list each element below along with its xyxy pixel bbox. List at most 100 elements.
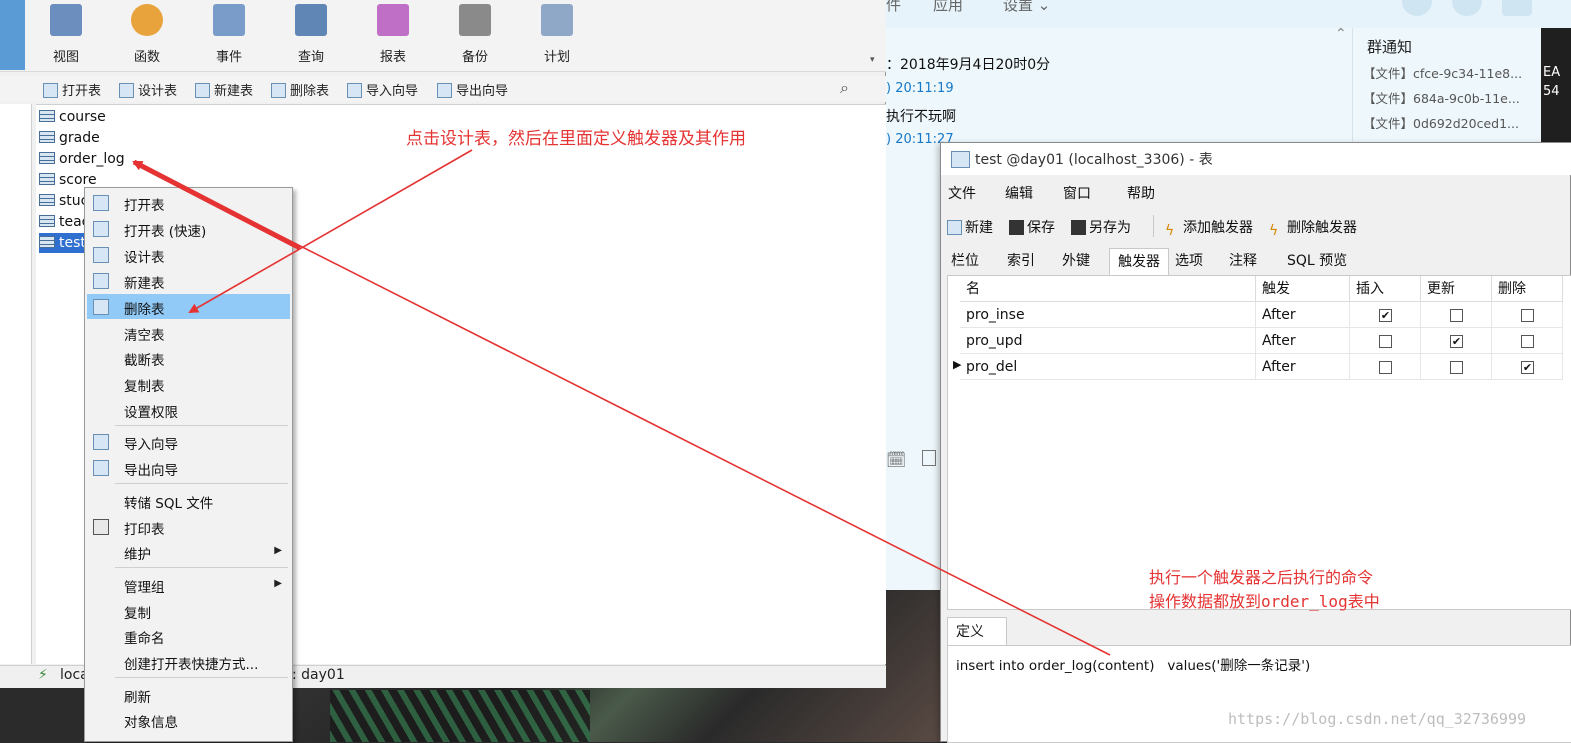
trigger-name-cell[interactable]: pro_upd	[960, 328, 1256, 354]
new-table-icon	[93, 273, 109, 289]
menu-file[interactable]: 文件	[948, 183, 976, 203]
menu-print-table[interactable]: 打印表	[87, 514, 290, 539]
file-item[interactable]: 【文件】cfce-9c34-11e8...	[1363, 63, 1533, 82]
menu-window[interactable]: 窗口	[1063, 183, 1091, 203]
schedule-clock-icon	[541, 4, 573, 36]
menu-maintain[interactable]: 维护 ▶	[87, 539, 290, 564]
menu-rename[interactable]: 重命名	[87, 623, 290, 648]
table-item-teacher[interactable]: teac	[39, 212, 89, 232]
column-header-fire[interactable]: 触发	[1256, 276, 1350, 302]
function-button[interactable]: 函数	[112, 0, 182, 72]
menu-delete-table[interactable]: 删除表	[87, 294, 290, 319]
column-header-delete[interactable]: 删除	[1492, 276, 1563, 302]
table-item-test[interactable]: test	[39, 233, 90, 253]
folder-icon[interactable]	[922, 450, 936, 466]
column-header-update[interactable]: 更新	[1421, 276, 1492, 302]
update-checkbox[interactable]	[1450, 361, 1463, 374]
chat-menu-item[interactable]: 件	[886, 0, 901, 15]
menu-copy-table[interactable]: 复制表	[87, 371, 290, 396]
delete-checkbox[interactable]	[1521, 309, 1534, 322]
tab-fields[interactable]: 栏位	[943, 248, 987, 274]
menu-object-info[interactable]: 对象信息	[87, 707, 290, 732]
tab-foreign-keys[interactable]: 外键	[1054, 248, 1098, 274]
navigation-pane[interactable]	[0, 104, 32, 664]
trigger-fire-cell[interactable]: After	[1256, 302, 1350, 328]
trigger-name-cell[interactable]: pro_del	[960, 354, 1256, 380]
tab-options[interactable]: 选项	[1167, 248, 1211, 274]
menu-label: 清空表	[124, 328, 165, 344]
query-button[interactable]: 查询	[276, 0, 346, 72]
object-toolbar: 打开表 设计表 新建表 删除表 导入向导 导出向导 ⌕	[0, 76, 886, 102]
clipboard-icon[interactable]: 🗓	[886, 450, 906, 469]
table-item-order-log[interactable]: order_log	[39, 149, 125, 169]
ribbon-table-button[interactable]	[0, 0, 25, 70]
insert-checkbox[interactable]	[1379, 361, 1392, 374]
menu-open-table[interactable]: 打开表	[87, 190, 290, 215]
tab-triggers[interactable]: 触发器	[1109, 248, 1169, 275]
menu-set-permissions[interactable]: 设置权限	[87, 397, 290, 422]
menu-refresh[interactable]: 刷新	[87, 682, 290, 707]
column-header-insert[interactable]: 插入	[1350, 276, 1421, 302]
new-button[interactable]: 新建	[947, 217, 993, 237]
collapse-icon[interactable]: ⌃	[1335, 26, 1347, 42]
delete-table-button[interactable]: 删除表	[271, 80, 329, 99]
delete-trigger-icon: ϟ	[1269, 223, 1279, 239]
delete-table-icon	[271, 83, 286, 98]
chat-menu-apps[interactable]: 应用	[933, 0, 963, 15]
add-trigger-button[interactable]: ϟ 添加触发器	[1165, 217, 1253, 239]
report-button[interactable]: 报表	[358, 0, 428, 72]
save-as-button[interactable]: 另存为	[1071, 217, 1131, 237]
view-button[interactable]: 视图	[31, 0, 101, 72]
menu-manage-group[interactable]: 管理组 ▶	[87, 572, 290, 597]
menu-truncate-table[interactable]: 截断表	[87, 345, 290, 370]
column-header-name[interactable]: 名	[960, 276, 1256, 302]
tab-definition[interactable]: 定义	[947, 617, 1007, 645]
insert-checkbox[interactable]: ✔	[1379, 309, 1392, 322]
file-item[interactable]: 【文件】0d692d20ced1...	[1363, 113, 1533, 132]
table-item-grade[interactable]: grade	[39, 128, 100, 148]
open-table-button[interactable]: 打开表	[43, 80, 101, 99]
menu-copy[interactable]: 复制	[87, 598, 290, 623]
trigger-name-cell[interactable]: pro_inse	[960, 302, 1256, 328]
menu-import-wizard[interactable]: 导入向导	[87, 429, 290, 454]
menu-empty-table[interactable]: 清空表	[87, 320, 290, 345]
search-icon[interactable]: ⌕	[840, 78, 849, 98]
ribbon-expand-icon[interactable]: ▾	[870, 55, 875, 65]
trigger-fire-cell[interactable]: After	[1256, 328, 1350, 354]
menu-help[interactable]: 帮助	[1127, 183, 1155, 203]
table-item-student[interactable]: stuc	[39, 191, 88, 211]
menu-create-shortcut[interactable]: 创建打开表快捷方式...	[87, 649, 290, 674]
update-checkbox[interactable]: ✔	[1450, 335, 1463, 348]
save-icon	[1009, 220, 1024, 235]
menu-edit[interactable]: 编辑	[1005, 183, 1033, 203]
menu-dump-sql[interactable]: 转储 SQL 文件	[87, 488, 290, 513]
menu-export-wizard[interactable]: 导出向导	[87, 455, 290, 480]
export-wizard-button[interactable]: 导出向导	[437, 80, 508, 99]
event-button[interactable]: 事件	[194, 0, 264, 72]
definition-editor[interactable]: insert into order_log(content) values('删…	[947, 645, 1571, 743]
update-checkbox[interactable]	[1450, 309, 1463, 322]
design-table-button[interactable]: 设计表	[119, 80, 177, 99]
file-item[interactable]: 【文件】684a-9c0b-11e...	[1363, 88, 1533, 107]
delete-checkbox[interactable]	[1521, 335, 1534, 348]
new-table-button[interactable]: 新建表	[195, 80, 253, 99]
delete-checkbox[interactable]: ✔	[1521, 361, 1534, 374]
import-wizard-button[interactable]: 导入向导	[347, 80, 418, 99]
menu-open-table-quick[interactable]: 打开表 (快速)	[87, 216, 290, 241]
table-item-course[interactable]: course	[39, 107, 106, 127]
menu-new-table[interactable]: 新建表	[87, 268, 290, 293]
tab-comment[interactable]: 注释	[1221, 248, 1265, 274]
tab-indexes[interactable]: 索引	[999, 248, 1043, 274]
window-titlebar[interactable]: test @day01 (localhost_3306) - 表	[941, 143, 1571, 175]
insert-checkbox[interactable]	[1379, 335, 1392, 348]
backup-button[interactable]: 备份	[440, 0, 510, 72]
tab-sql-preview[interactable]: SQL 预览	[1279, 248, 1355, 274]
save-button[interactable]: 保存	[1009, 217, 1055, 237]
design-table-icon	[93, 247, 109, 263]
delete-trigger-button[interactable]: ϟ 删除触发器	[1269, 217, 1357, 239]
avatar[interactable]	[1502, 0, 1532, 16]
schedule-button[interactable]: 计划	[522, 0, 592, 72]
trigger-fire-cell[interactable]: After	[1256, 354, 1350, 380]
menu-design-table[interactable]: 设计表	[87, 242, 290, 267]
chat-menu-settings[interactable]: 设置 ⌄	[1003, 0, 1050, 15]
